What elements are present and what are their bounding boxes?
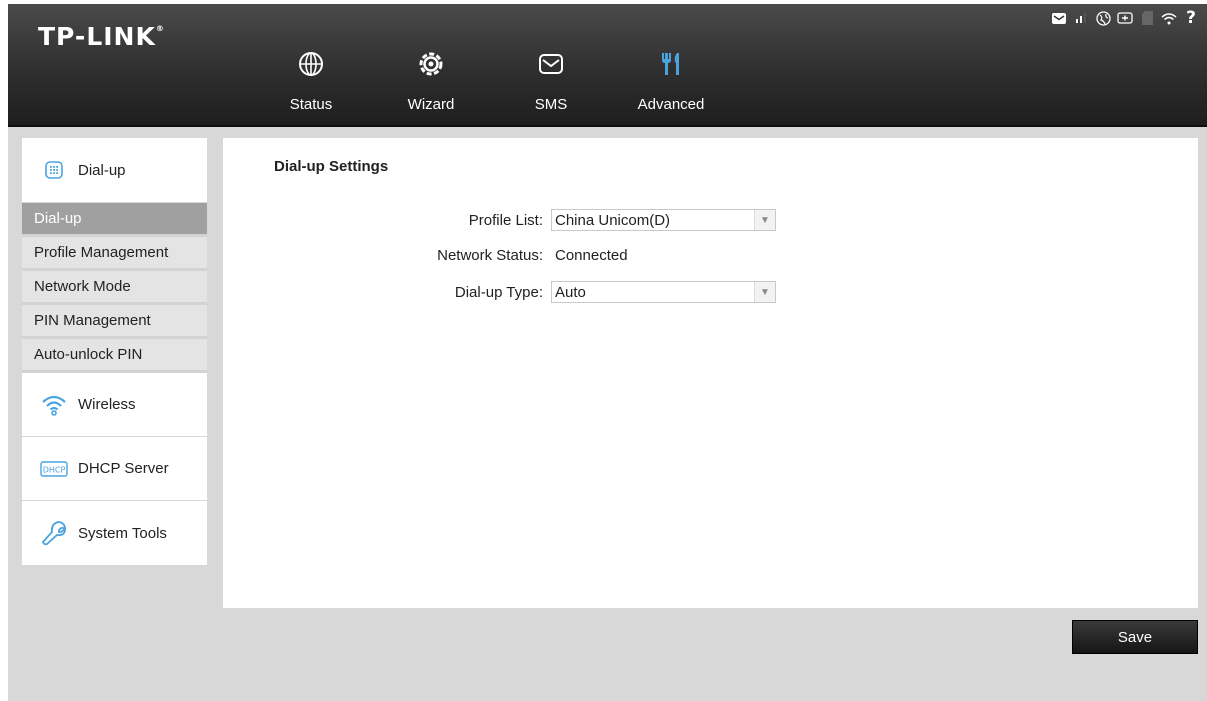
svg-text:DHCP: DHCP <box>43 465 66 474</box>
sidebar-group-label: System Tools <box>78 524 167 542</box>
profile-list-value: China Unicom(D) <box>555 211 671 229</box>
dial-up-type-label: Dial-up Type: <box>454 283 543 301</box>
sidebar-item-network-mode[interactable]: Network Mode <box>22 271 207 305</box>
sidebar-group-dial-up[interactable]: Dial-up <box>22 138 207 203</box>
envelope-icon <box>506 42 596 86</box>
dial-up-type-select[interactable]: Auto ▼ <box>551 281 776 303</box>
sidebar-group-label: Wireless <box>78 396 136 413</box>
sidebar-group-label: Dial-up <box>78 161 126 179</box>
nav-label: Wizard <box>407 96 455 113</box>
dialpad-icon <box>40 157 68 183</box>
sidebar-item-auto-unlock-pin[interactable]: Auto-unlock PIN <box>22 339 207 373</box>
network-status-row: Network Status: Connected <box>223 243 628 267</box>
globe-icon <box>266 42 356 86</box>
profile-list-label: Profile List: <box>468 211 543 229</box>
sd-card-icon <box>1139 10 1155 26</box>
network-status-value: Connected <box>555 246 628 264</box>
profile-list-row: Profile List: China Unicom(D) ▼ <box>223 208 776 232</box>
wifi-icon <box>1161 10 1177 26</box>
wrench-icon <box>40 520 68 546</box>
dhcp-icon: DHCP <box>40 456 68 482</box>
sidebar: Dial-up Dial-up Profile Management Netwo… <box>22 138 207 565</box>
sidebar-group-wireless[interactable]: Wireless <box>22 373 207 437</box>
tools-icon <box>626 42 716 86</box>
status-bar: ? <box>1051 8 1199 28</box>
top-header: TP-LINK® Status Wizard SMS Advanced ? <box>8 4 1207 127</box>
nav-label: SMS <box>534 96 568 113</box>
dial-up-type-value: Auto <box>555 283 586 301</box>
page-title: Dial-up Settings <box>274 158 389 175</box>
sidebar-group-dhcp-server[interactable]: DHCP DHCP Server <box>22 437 207 501</box>
message-icon[interactable] <box>1051 10 1067 26</box>
profile-list-select[interactable]: China Unicom(D) ▼ <box>551 209 776 231</box>
nav-status[interactable]: Status <box>266 42 356 113</box>
internet-icon <box>1095 10 1111 26</box>
sidebar-group-label: DHCP Server <box>78 460 169 477</box>
nav-label: Advanced <box>637 96 705 113</box>
nav-sms[interactable]: SMS <box>506 42 596 113</box>
dial-up-type-row: Dial-up Type: Auto ▼ <box>223 280 776 304</box>
sidebar-item-profile-management[interactable]: Profile Management <box>22 237 207 271</box>
router-admin-page: TP-LINK® Status Wizard SMS Advanced ? Di… <box>8 4 1207 701</box>
wifi-icon <box>40 392 68 418</box>
nav-label: Status <box>289 96 333 113</box>
signal-icon <box>1073 10 1089 26</box>
nav-wizard[interactable]: Wizard <box>386 42 476 113</box>
chevron-down-icon: ▼ <box>754 210 775 230</box>
chevron-down-icon: ▼ <box>754 282 775 302</box>
sidebar-item-pin-management[interactable]: PIN Management <box>22 305 207 339</box>
help-icon[interactable]: ? <box>1183 8 1199 28</box>
tp-link-logo: TP-LINK® <box>38 22 165 51</box>
network-status-label: Network Status: <box>437 246 543 264</box>
battery-icon <box>1117 10 1133 26</box>
save-button[interactable]: Save <box>1072 620 1198 654</box>
sidebar-item-dial-up[interactable]: Dial-up <box>22 203 207 237</box>
settings-panel: Dial-up Settings Profile List: China Uni… <box>223 138 1198 608</box>
nav-advanced[interactable]: Advanced <box>626 42 716 113</box>
gear-icon <box>386 42 476 86</box>
sidebar-group-system-tools[interactable]: System Tools <box>22 501 207 565</box>
